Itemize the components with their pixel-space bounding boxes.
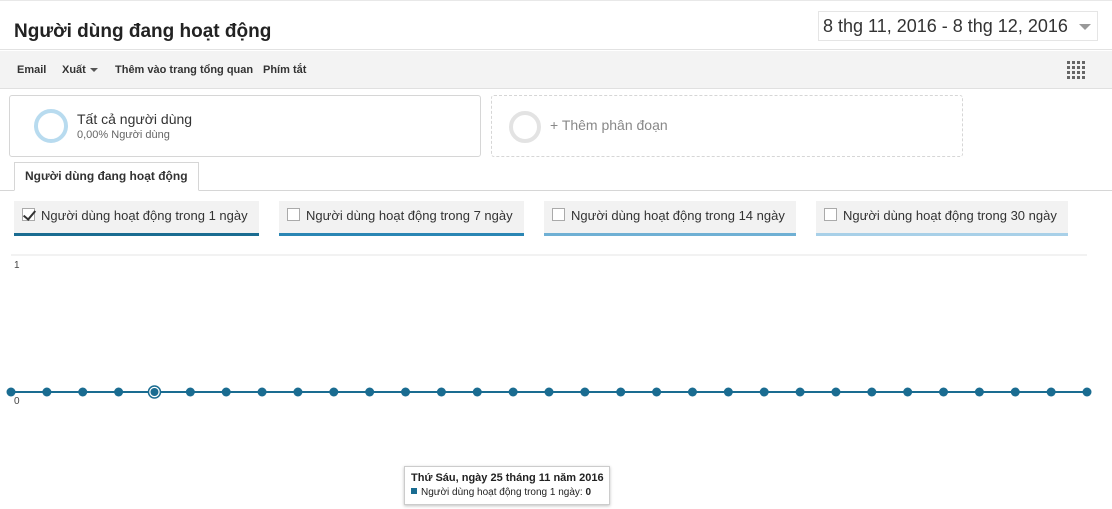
data-point [867, 387, 877, 397]
data-point [42, 387, 52, 397]
data-point [6, 387, 16, 397]
data-point [1082, 387, 1092, 397]
data-point [616, 387, 626, 397]
data-point [903, 387, 913, 397]
data-point [723, 387, 733, 397]
header-bar: Người dùng đang hoạt động 8 thg 11, 2016… [0, 0, 1112, 50]
data-point [150, 388, 159, 396]
segment-placeholder-ring-icon [509, 111, 541, 143]
metric-toggle-7-day[interactable]: Người dùng hoạt động trong 7 ngày [279, 201, 524, 236]
metric-toggle-1-day[interactable]: Người dùng hoạt động trong 1 ngày [14, 201, 259, 236]
metric-toggle-14-day[interactable]: Người dùng hoạt động trong 14 ngày [544, 201, 796, 236]
add-segment-button[interactable]: + Thêm phân đoạn [491, 95, 963, 157]
tooltip-series-label: Người dùng hoạt động trong 1 ngày: [421, 487, 583, 498]
data-point [293, 387, 303, 397]
data-point [508, 387, 518, 397]
caret-down-icon [89, 68, 98, 73]
tooltip-value: 0 [585, 487, 592, 498]
data-point [329, 387, 339, 397]
export-label: Xuất [62, 64, 86, 76]
email-button[interactable]: Email [17, 64, 46, 76]
data-point [365, 387, 375, 397]
metric-checkbox[interactable] [824, 208, 837, 221]
y-tick-label: 0 [14, 396, 20, 407]
tooltip-title: Thứ Sáu, ngày 25 tháng 11 năm 2016 [411, 472, 604, 484]
tab-active-users[interactable]: Người dùng đang hoạt động [14, 162, 199, 191]
metric-toggle-30-day[interactable]: Người dùng hoạt động trong 30 ngày [816, 201, 1068, 236]
data-point [1046, 387, 1056, 397]
metric-label: Người dùng hoạt động trong 14 ngày [571, 208, 785, 223]
data-point [436, 387, 446, 397]
metric-checkbox[interactable] [552, 208, 565, 221]
date-range-text: 8 thg 11, 2016 - 8 thg 12, 2016 [823, 15, 1068, 36]
shortcut-button[interactable]: Phím tắt [263, 64, 306, 76]
data-point [472, 387, 482, 397]
segment-title: Tất cả người dùng [77, 111, 193, 127]
data-point [401, 387, 411, 397]
series-swatch [411, 488, 417, 494]
data-point [939, 387, 949, 397]
data-point [652, 387, 662, 397]
data-point [544, 387, 554, 397]
data-point [1010, 387, 1020, 397]
add-to-dashboard-button[interactable]: Thêm vào trang tổng quan [115, 64, 253, 76]
data-point [687, 387, 697, 397]
grid-icon[interactable] [1066, 60, 1086, 80]
segment-ring-icon [34, 109, 68, 143]
segment-subtitle: 0,00% Người dùng [77, 129, 170, 141]
data-point [257, 387, 267, 397]
data-point [974, 387, 984, 397]
metric-checkbox[interactable] [22, 208, 35, 221]
segment-all-users[interactable]: Tất cả người dùng 0,00% Người dùng [9, 95, 481, 157]
data-point [78, 387, 88, 397]
data-point [580, 387, 590, 397]
metric-label: Người dùng hoạt động trong 7 ngày [306, 208, 513, 223]
chevron-down-icon [1079, 24, 1091, 30]
y-tick-label: 1 [14, 260, 20, 271]
data-point [114, 387, 124, 397]
page-title: Người dùng đang hoạt động [14, 21, 272, 42]
data-point [185, 387, 195, 397]
data-point [221, 387, 231, 397]
tooltip-row: Người dùng hoạt động trong 1 ngày: 0 [411, 487, 591, 498]
data-point [831, 387, 841, 397]
date-range-picker[interactable]: 8 thg 11, 2016 - 8 thg 12, 2016 [818, 11, 1098, 41]
report-toolbar: Email Xuất Thêm vào trang tổng quan Phím… [0, 51, 1112, 89]
metric-label: Người dùng hoạt động trong 1 ngày [41, 208, 248, 223]
data-point [795, 387, 805, 397]
data-point [759, 387, 769, 397]
export-button[interactable]: Xuất [62, 64, 98, 76]
add-segment-label: + Thêm phân đoạn [550, 117, 668, 133]
metric-checkbox[interactable] [287, 208, 300, 221]
metric-label: Người dùng hoạt động trong 30 ngày [843, 208, 1057, 223]
chart-tooltip: Thứ Sáu, ngày 25 tháng 11 năm 2016 Người… [404, 466, 610, 505]
